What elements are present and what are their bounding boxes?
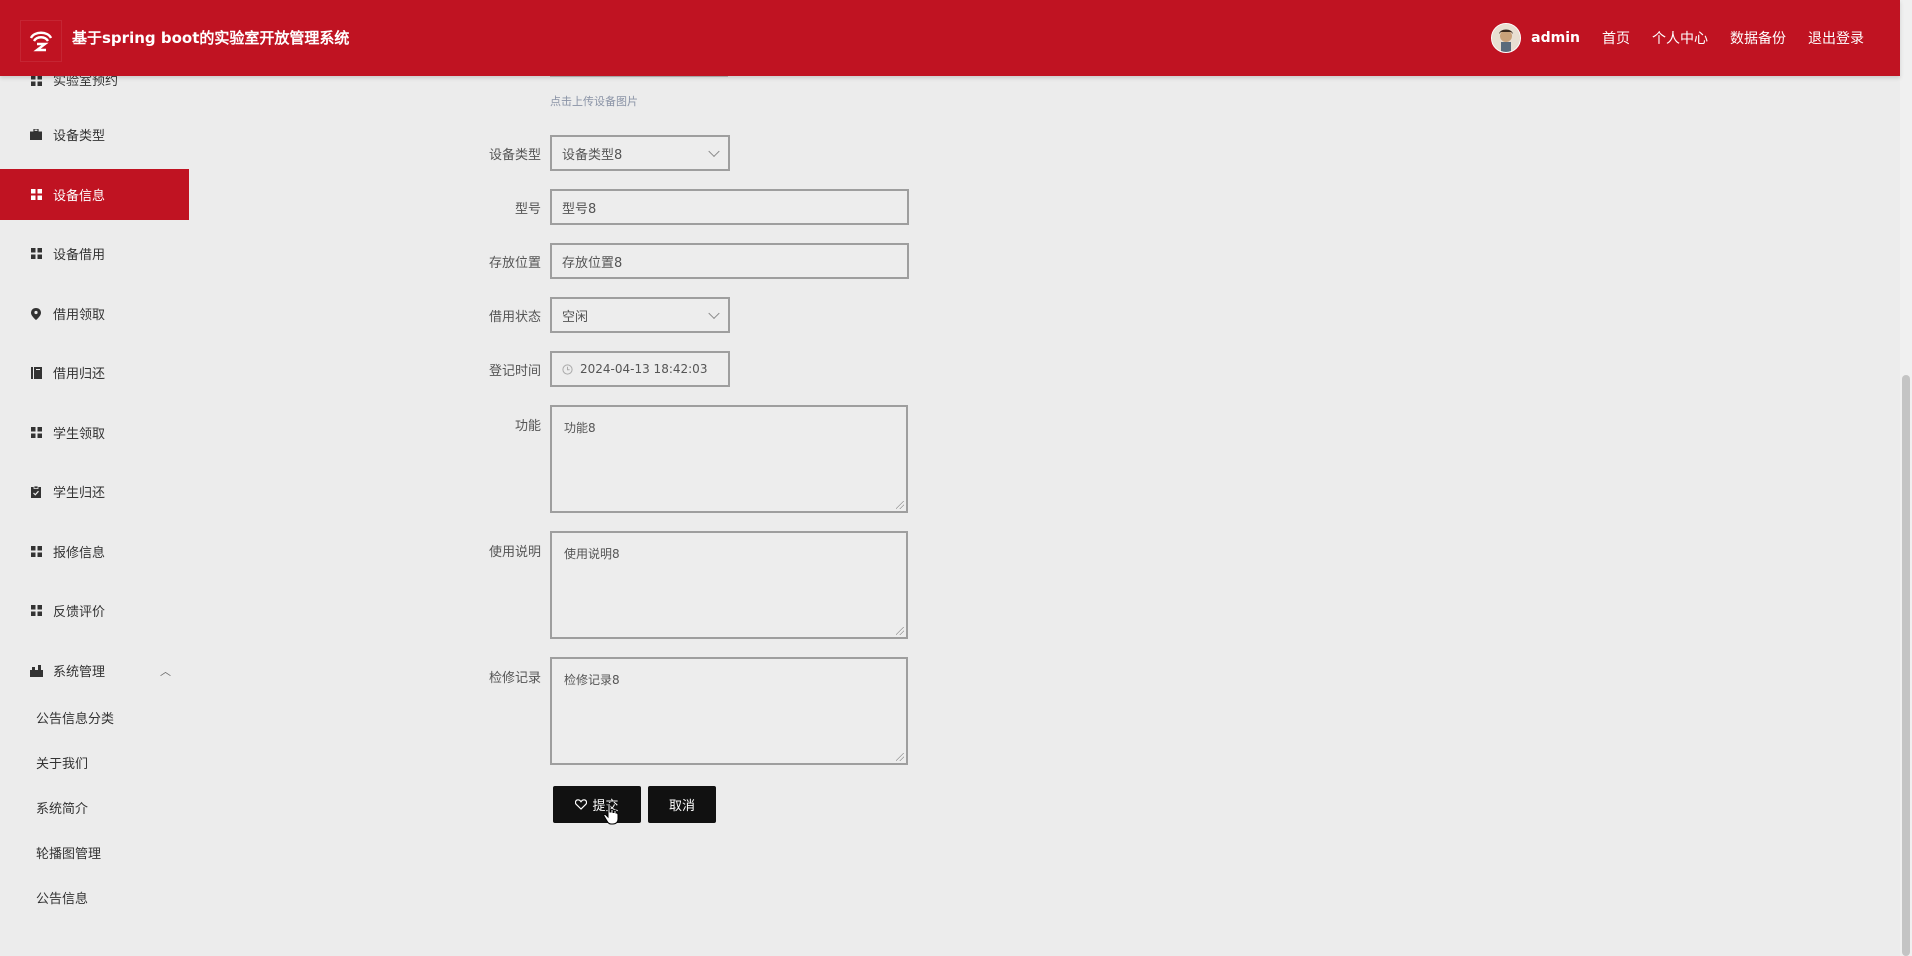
nav-home[interactable]: 首页 [1602,28,1630,48]
sidebar-item-label: 报修信息 [53,546,106,561]
register-time-label: 登记时间 [488,364,541,379]
clock-icon [562,363,573,375]
model-value: 型号8 [562,201,597,217]
sidebar-item-label: 系统管理 [53,665,106,680]
usage-label: 使用说明 [488,545,541,560]
sidebar-item-device-info[interactable]: 设备信息 [0,169,189,220]
maintenance-label: 检修记录 [488,671,541,686]
grid-icon [29,188,43,202]
hand-cursor-icon [603,802,619,829]
grid-icon [29,545,43,559]
device-type-label: 设备类型 [488,148,541,163]
function-value: 功能8 [564,421,596,435]
location-input[interactable]: 存放位置8 [550,243,909,279]
register-time-value: 2024-04-13 18:42:03 [580,362,708,376]
sidebar-item-device-borrow[interactable]: 设备借用 [0,228,189,279]
chevron-down-icon [708,307,720,320]
nav-backup[interactable]: 数据备份 [1730,28,1786,48]
sidebar-item-label: 借用领取 [53,308,106,323]
upload-hint: 点击上传设备图片 [550,95,638,108]
sidebar-item-label: 借用归还 [53,367,106,382]
usage-value: 使用说明8 [564,547,620,561]
avatar[interactable] [1491,23,1522,53]
sidebar-subitem-notice-category[interactable]: 公告信息分类 [36,708,114,727]
model-input[interactable]: 型号8 [550,189,909,225]
app-title: 基于spring boot的实验室开放管理系统 [72,29,350,47]
grid-icon [29,604,43,618]
device-type-select[interactable]: 设备类型8 [550,135,730,171]
device-type-value: 设备类型8 [562,147,623,163]
maintenance-textarea[interactable]: 检修记录8 [550,657,908,765]
resize-handle-icon[interactable] [896,627,904,635]
model-label: 型号 [514,202,541,217]
heart-icon [575,799,588,810]
chevron-down-icon [708,145,720,158]
cancel-label: 取消 [668,799,695,814]
sidebar-item-system-management[interactable]: 系统管理 ︿ [0,645,189,696]
sidebar-item-label: 设备类型 [53,129,106,144]
resize-handle-icon[interactable] [896,753,904,761]
sidebar-item-borrow-collect[interactable]: 借用领取 [0,288,189,339]
sidebar-item-label: 设备借用 [53,248,106,263]
location-label: 存放位置 [488,256,541,271]
sidebar-item-feedback[interactable]: 反馈评价 [0,585,189,636]
sidebar-subitem-system-intro[interactable]: 系统简介 [36,798,88,817]
sidebar-subitem-about-us[interactable]: 关于我们 [36,753,88,772]
cancel-button[interactable]: 取消 [648,786,716,823]
function-textarea[interactable]: 功能8 [550,405,908,513]
sidebar-item-device-type[interactable]: 设备类型 [0,109,189,160]
settings-icon [29,664,43,678]
location-value: 存放位置8 [562,255,623,271]
sidebar-item-label: 设备信息 [53,189,106,204]
top-header: 基于spring boot的实验室开放管理系统 admin 首页 个人中心 数据… [0,0,1900,76]
borrow-status-value: 空闲 [562,309,589,325]
scrollbar[interactable] [1900,0,1912,956]
sidebar-subitem-carousel[interactable]: 轮播图管理 [36,843,101,862]
logo-icon [29,31,53,52]
maintenance-value: 检修记录8 [564,673,620,687]
sidebar-item-label: 学生归还 [53,486,106,501]
submit-button[interactable]: 提交 [553,786,641,823]
location-pin-icon [29,307,43,321]
nav-profile[interactable]: 个人中心 [1652,28,1708,48]
sidebar-item-borrow-return[interactable]: 借用归还 [0,347,189,398]
avatar-icon [1492,24,1521,52]
borrow-status-select[interactable]: 空闲 [550,297,730,333]
sidebar: 实验室预约 设备类型 设备信息 设备借用 借用领取 借用归还 学生领取 学生归还… [0,74,190,956]
briefcase-icon [29,128,43,142]
sidebar-item-student-return[interactable]: 学生归还 [0,466,189,517]
usage-textarea[interactable]: 使用说明8 [550,531,908,639]
borrow-status-label: 借用状态 [488,310,541,325]
username[interactable]: admin [1531,30,1580,46]
resize-handle-icon[interactable] [896,501,904,509]
sidebar-subitem-notices[interactable]: 公告信息 [36,888,88,907]
sidebar-item-repair-info[interactable]: 报修信息 [0,526,189,577]
app-logo [20,20,62,62]
book-icon [29,366,43,380]
register-time-input[interactable]: 2024-04-13 18:42:03 [550,351,730,387]
clipboard-icon [29,485,43,499]
sidebar-item-label: 学生领取 [53,427,106,442]
function-label: 功能 [514,419,541,434]
grid-icon [29,247,43,261]
grid-icon [29,426,43,440]
scrollbar-thumb[interactable] [1902,375,1910,956]
sidebar-item-student-collect[interactable]: 学生领取 [0,407,189,458]
nav-logout[interactable]: 退出登录 [1808,28,1864,48]
chevron-up-icon: ︿ [160,664,171,678]
sidebar-item-label: 反馈评价 [53,605,106,620]
